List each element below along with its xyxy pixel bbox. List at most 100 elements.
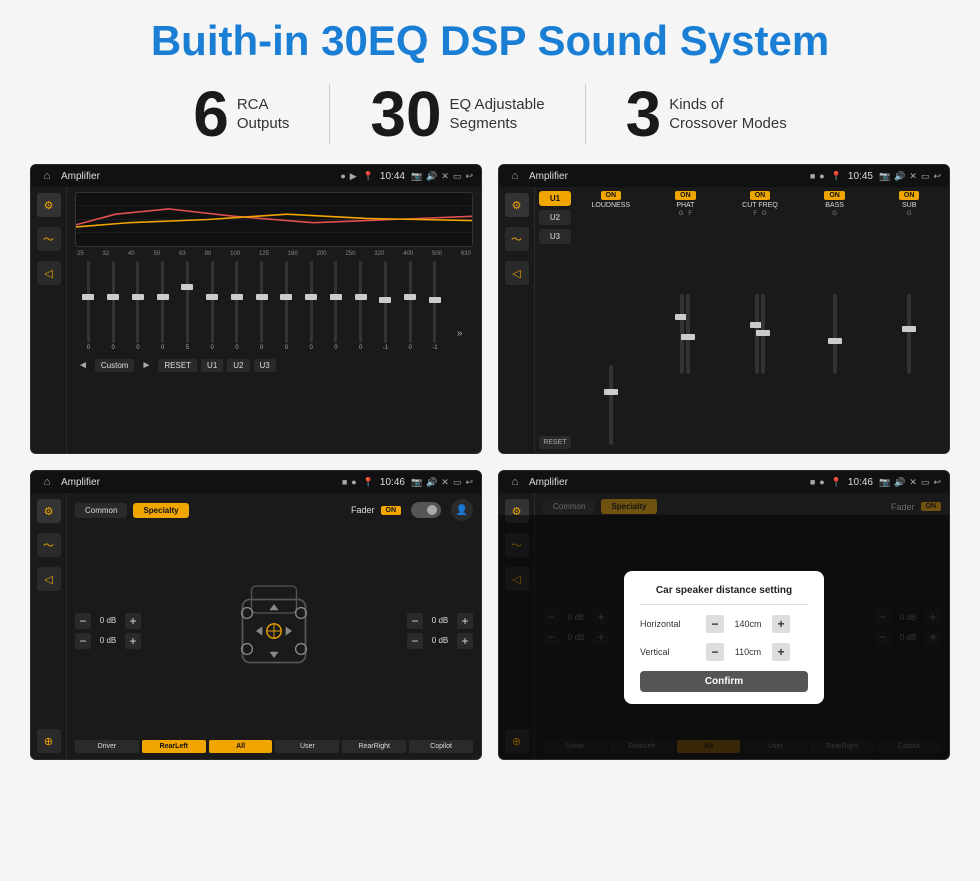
eq-u3-btn[interactable]: U3 [254, 359, 276, 372]
copilot-btn[interactable]: Copilot [409, 740, 473, 753]
vol-controls-left: − 0 dB + − 0 dB + [75, 526, 141, 735]
status-icons-3: ■● [342, 477, 357, 487]
eq-slider-14: -1 [424, 261, 447, 351]
x-icon: ✕ [441, 171, 449, 182]
vertical-plus-btn[interactable]: + [772, 643, 790, 661]
status-misc-1: 📷 🔊 ✕ ▭ ↩ [411, 171, 473, 182]
vol-controls-right: − 0 dB + − 0 dB + [407, 526, 473, 735]
eq-slider-9: 0 [300, 261, 323, 351]
screens-grid: ⌂ Amplifier ● ▶ 📍 10:44 📷 🔊 ✕ ▭ ↩ [30, 164, 950, 760]
eq-icon-2[interactable]: ⚙ [505, 193, 529, 217]
bass-label: BASS [825, 202, 844, 209]
speaker-icon-3[interactable]: ◁ [37, 567, 61, 591]
home-icon-4[interactable]: ⌂ [507, 474, 523, 490]
eq-icon[interactable]: ⚙ [37, 193, 61, 217]
eq-prev-btn[interactable]: ◄ [75, 360, 91, 371]
speaker-icon[interactable]: ◁ [37, 261, 61, 285]
home-icon[interactable]: ⌂ [39, 168, 55, 184]
vol-rl-minus[interactable]: − [75, 633, 91, 649]
speaker-icon-2[interactable]: ◁ [505, 261, 529, 285]
phat-slider-f[interactable] [686, 294, 690, 374]
wave-icon-3[interactable]: 〜 [37, 533, 61, 557]
status-time-1: 10:44 [380, 171, 405, 182]
status-misc-2: 📷🔊✕▭↩ [879, 171, 941, 182]
vertical-minus-btn[interactable]: − [706, 643, 724, 661]
cross-loudness: ON LOUDNESS [575, 191, 647, 449]
eq-more: » [448, 261, 471, 351]
rearright-btn[interactable]: RearRight [342, 740, 406, 753]
eq-u1-btn[interactable]: U1 [201, 359, 223, 372]
status-misc-3: 📷🔊✕▭↩ [411, 477, 473, 488]
eq-slider-12: -1 [374, 261, 397, 351]
cross-cutfreq: ON CUT FREQ F G [724, 191, 796, 449]
phat-label: PHAT [676, 202, 694, 209]
rearleft-btn[interactable]: RearLeft [142, 740, 206, 753]
dialog-horizontal-row: Horizontal − 140cm + [640, 615, 808, 633]
vol-fl-plus[interactable]: + [125, 613, 141, 629]
cross-u2-btn[interactable]: U2 [539, 210, 571, 225]
tab-common[interactable]: Common [75, 503, 127, 518]
status-icons-1: ● ▶ [340, 171, 356, 182]
page-title: Buith-in 30EQ DSP Sound System [151, 18, 829, 64]
vertical-value: 110cm [728, 647, 768, 657]
confirm-button[interactable]: Confirm [640, 671, 808, 692]
eq-icon-3[interactable]: ⚙ [37, 499, 61, 523]
location-icon-4: 📍 [831, 477, 842, 488]
home-icon-3[interactable]: ⌂ [39, 474, 55, 490]
driver-btn[interactable]: Driver [75, 740, 139, 753]
wave-icon[interactable]: 〜 [37, 227, 61, 251]
status-time-3: 10:46 [380, 477, 405, 488]
dialog-box: Car speaker distance setting Horizontal … [624, 571, 824, 704]
home-icon-2[interactable]: ⌂ [507, 168, 523, 184]
status-time-2: 10:45 [848, 171, 873, 182]
vol-fl-minus[interactable]: − [75, 613, 91, 629]
car-svg [229, 576, 319, 686]
vol-fr-value: 0 dB [426, 616, 454, 625]
loudness-on-badge: ON [601, 191, 622, 200]
bass-slider[interactable] [833, 294, 837, 374]
stat-eq: 30 EQ Adjustable Segments [330, 82, 584, 146]
balance-icon[interactable]: ⊕ [37, 729, 61, 753]
cross-reset-btn[interactable]: RESET [539, 436, 571, 449]
vol-rr-plus[interactable]: + [457, 633, 473, 649]
screen-content-2: ⚙ 〜 ◁ U1 U2 U3 RESET [499, 187, 949, 453]
screen-sidebar-3: ⚙ 〜 ◁ ⊕ [31, 493, 67, 759]
screen-sidebar-1: ⚙ 〜 ◁ [31, 187, 67, 453]
vol-row-rr: − 0 dB + [407, 633, 473, 649]
cross-u1-btn[interactable]: U1 [539, 191, 571, 206]
vol-rr-minus[interactable]: − [407, 633, 423, 649]
user-btn[interactable]: User [275, 740, 339, 753]
all-btn[interactable]: All [209, 740, 273, 753]
cutfreq-slider-g[interactable] [761, 294, 765, 374]
loudness-label: LOUDNESS [592, 202, 631, 209]
fader-settings-icon[interactable]: 👤 [451, 499, 473, 521]
screen-content-3: ⚙ 〜 ◁ ⊕ Common Specialty Fader ON [31, 493, 481, 759]
screen-content-4: ⚙ 〜 ◁ ⊕ Common Specialty Fader ON [499, 493, 949, 759]
eq-next-btn[interactable]: ► [138, 360, 154, 371]
eq-reset-btn[interactable]: RESET [158, 359, 197, 372]
vol-fr-plus[interactable]: + [457, 613, 473, 629]
sub-slider[interactable] [907, 294, 911, 374]
stat-eq-text: EQ Adjustable Segments [450, 95, 545, 134]
cross-u3-btn[interactable]: U3 [539, 229, 571, 244]
vol-rl-plus[interactable]: + [125, 633, 141, 649]
cross-presets: U1 U2 U3 RESET [539, 191, 571, 449]
eq-slider-10: 0 [325, 261, 348, 351]
stat-eq-number: 30 [370, 82, 441, 146]
back-icon[interactable]: ↩ [465, 171, 473, 182]
phat-on-badge: ON [675, 191, 696, 200]
horizontal-minus-btn[interactable]: − [706, 615, 724, 633]
wave-icon-2[interactable]: 〜 [505, 227, 529, 251]
fader-toggle[interactable] [411, 502, 441, 518]
vol-fr-minus[interactable]: − [407, 613, 423, 629]
screen-crossover: ⌂ Amplifier ■ ● 📍 10:45 📷🔊✕▭↩ ⚙ 〜 ◁ [498, 164, 950, 454]
location-icon-3: 📍 [363, 477, 374, 488]
eq-u2-btn[interactable]: U2 [227, 359, 249, 372]
app-title-3: Amplifier [61, 477, 336, 488]
vol-rl-value: 0 dB [94, 636, 122, 645]
horizontal-plus-btn[interactable]: + [772, 615, 790, 633]
eq-slider-1: 0 [102, 261, 125, 351]
tab-specialty[interactable]: Specialty [133, 503, 188, 518]
loudness-slider[interactable] [609, 365, 613, 445]
dialog-title: Car speaker distance setting [640, 585, 808, 605]
